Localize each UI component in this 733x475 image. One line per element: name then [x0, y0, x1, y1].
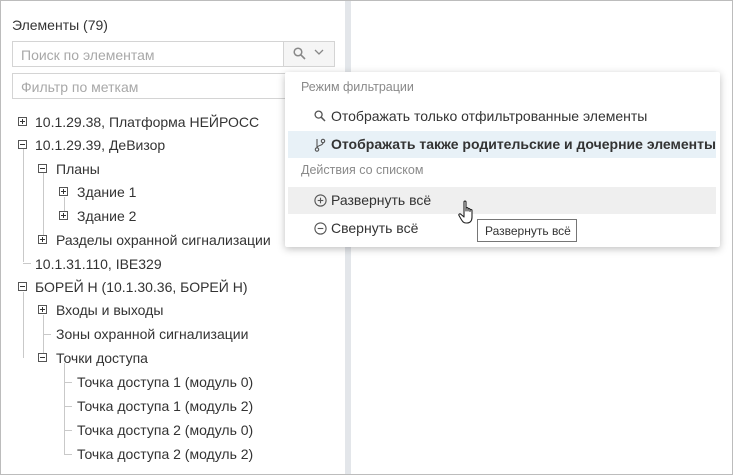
menu-item-label: Отображать только отфильтрованные элемен… [331, 108, 648, 124]
tree-line [23, 263, 31, 264]
menu-section-filter-mode: Режим фильтрации [301, 80, 414, 94]
expand-icon[interactable] [18, 117, 27, 126]
expand-icon[interactable] [59, 211, 68, 220]
menu-item-expand-all[interactable]: Развернуть всё [288, 187, 716, 214]
branch-icon [314, 138, 326, 152]
panel-header: Элементы (79) [12, 17, 108, 33]
hand-cursor-icon [458, 200, 473, 224]
minus-circle-icon [314, 222, 327, 235]
tree-node[interactable]: Разделы охранной сигнализации [56, 230, 271, 250]
expand-icon[interactable] [38, 305, 47, 314]
menu-item-label: Свернуть всё [331, 220, 419, 236]
tree-line [43, 173, 44, 240]
tree-node[interactable]: 10.1.31.110, IBE329 [35, 254, 162, 274]
tooltip: Развернуть всё [477, 219, 577, 242]
tree-node[interactable]: 10.1.29.38, Платформа НЕЙРОСС [35, 112, 259, 132]
search-icon [314, 110, 326, 122]
tree-line [64, 406, 72, 407]
tree-node[interactable]: Точки доступа [56, 348, 148, 368]
tree-line [64, 382, 72, 383]
collapse-icon[interactable] [38, 164, 47, 173]
tree-node[interactable]: Точка доступа 2 (модуль 2) [77, 444, 253, 464]
menu-item-label: Отображать также родительские и дочерние… [331, 136, 716, 152]
search-input[interactable]: Поиск по элементам [12, 41, 335, 67]
filter-placeholder: Фильтр по меткам [21, 79, 139, 95]
tree-line [43, 334, 51, 335]
tree-node[interactable]: 10.1.29.39, ДеВизор [35, 135, 165, 155]
search-icon [293, 47, 306, 60]
menu-item-only-filtered[interactable]: Отображать только отфильтрованные элемен… [288, 103, 716, 130]
menu-section-list-actions: Действия со списком [301, 163, 424, 177]
tree-node[interactable]: Точка доступа 2 (модуль 0) [77, 420, 253, 440]
collapse-icon[interactable] [18, 140, 27, 149]
search-placeholder: Поиск по элементам [21, 47, 155, 63]
tree-node[interactable]: Здание 1 [77, 182, 136, 202]
menu-item-label: Развернуть всё [331, 192, 432, 208]
expand-icon[interactable] [59, 187, 68, 196]
expand-icon[interactable] [38, 235, 47, 244]
tree-node[interactable]: Точка доступа 1 (модуль 0) [77, 372, 253, 392]
tree-node[interactable]: Входы и выходы [56, 300, 163, 320]
collapse-icon[interactable] [38, 353, 47, 362]
tree-line [64, 363, 65, 454]
plus-circle-icon [314, 194, 327, 207]
tree-line [64, 454, 72, 455]
collapse-icon[interactable] [18, 282, 27, 291]
search-options-button[interactable] [283, 42, 334, 66]
tree-node[interactable]: Точка доступа 1 (модуль 2) [77, 396, 253, 416]
tree-node[interactable]: Зоны охранной сигнализации [56, 324, 248, 344]
tree-line [23, 149, 24, 262]
tree-line [64, 430, 72, 431]
tree-node[interactable]: Планы [56, 159, 100, 179]
chevron-down-icon [314, 49, 324, 55]
tree-node[interactable]: Здание 2 [77, 206, 136, 226]
menu-item-parent-child[interactable]: Отображать также родительские и дочерние… [288, 131, 716, 158]
tree-node[interactable]: БОРЕЙ Н (10.1.30.36, БОРЕЙ Н) [35, 277, 247, 297]
tree-line [43, 315, 44, 358]
tree-line [23, 292, 24, 358]
